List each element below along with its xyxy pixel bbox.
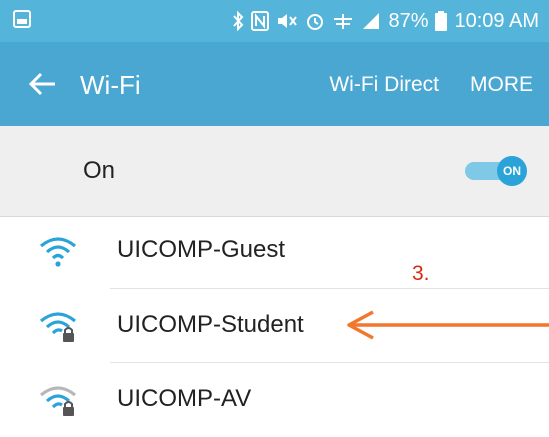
more-button[interactable]: MORE [470, 73, 533, 97]
network-name: UICOMP-Guest [117, 236, 286, 263]
wifi-toggle-row[interactable]: On ON [0, 126, 549, 217]
network-item-uicomp-av[interactable]: UICOMP-AV [0, 363, 549, 437]
image-icon [13, 10, 31, 28]
step-annotation: 3. [412, 262, 430, 285]
wifi-lock-icon [39, 386, 77, 416]
page-title: Wi-Fi [80, 70, 141, 100]
back-arrow-icon[interactable] [23, 65, 61, 103]
signal-icon [363, 13, 380, 29]
network-item-uicomp-guest[interactable]: UICOMP-Guest [0, 214, 549, 288]
annotation-arrow-icon [347, 310, 549, 340]
battery-icon [435, 11, 448, 31]
app-bar: Wi-Fi Wi-Fi Direct MORE [0, 42, 549, 126]
status-icons: 87% 10:09 AM [232, 8, 539, 34]
status-bar: 87% 10:09 AM [0, 0, 549, 42]
status-time: 10:09 AM [454, 9, 539, 32]
wifi-lock-icon [39, 312, 77, 342]
wifi-direct-button[interactable]: Wi-Fi Direct [329, 73, 439, 97]
network-name: UICOMP-AV [117, 385, 252, 412]
wifi-icon [39, 237, 77, 267]
wifi-status-label: On [83, 157, 116, 184]
bluetooth-icon [233, 11, 244, 31]
wifi-toggle-switch[interactable]: ON [465, 156, 527, 186]
data-icon [334, 14, 353, 29]
mute-icon [278, 14, 298, 28]
toggle-knob: ON [497, 156, 527, 186]
nfc-icon [251, 11, 270, 31]
network-name: UICOMP-Student [117, 311, 304, 338]
battery-percent: 87% [388, 9, 429, 32]
alarm-icon [307, 14, 324, 30]
